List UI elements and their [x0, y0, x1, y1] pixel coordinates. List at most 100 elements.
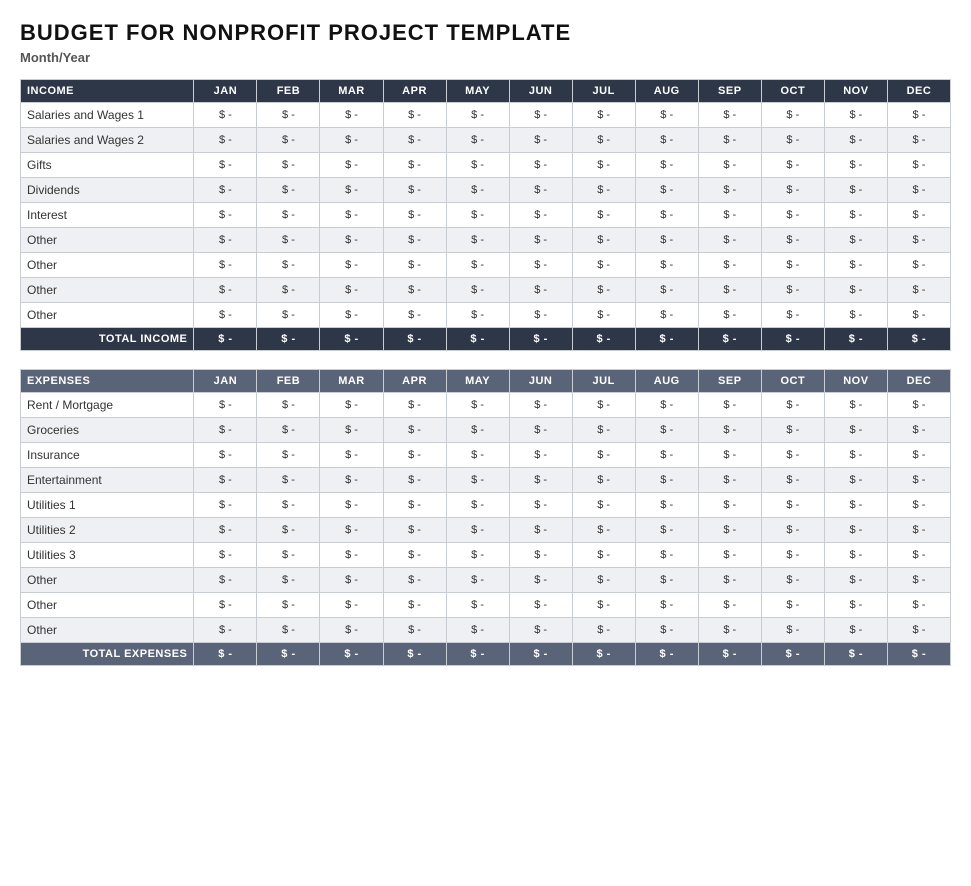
money-cell[interactable]: $ -: [194, 278, 257, 303]
money-cell[interactable]: $ -: [257, 303, 320, 328]
money-cell[interactable]: $ -: [698, 543, 761, 568]
money-cell[interactable]: $ -: [509, 443, 572, 468]
money-cell[interactable]: $ -: [698, 393, 761, 418]
money-cell[interactable]: $ -: [383, 418, 446, 443]
money-cell[interactable]: $ -: [887, 393, 950, 418]
money-cell[interactable]: $ -: [635, 253, 698, 278]
money-cell[interactable]: $ -: [257, 593, 320, 618]
money-cell[interactable]: $ -: [887, 228, 950, 253]
money-cell[interactable]: $ -: [635, 468, 698, 493]
money-cell[interactable]: $ -: [509, 153, 572, 178]
money-cell[interactable]: $ -: [572, 278, 635, 303]
money-cell[interactable]: $ -: [383, 493, 446, 518]
money-cell[interactable]: $ -: [572, 203, 635, 228]
money-cell[interactable]: $ -: [698, 593, 761, 618]
money-cell[interactable]: $ -: [446, 418, 509, 443]
money-cell[interactable]: $ -: [257, 178, 320, 203]
money-cell[interactable]: $ -: [320, 178, 383, 203]
money-cell[interactable]: $ -: [257, 153, 320, 178]
money-cell[interactable]: $ -: [509, 278, 572, 303]
money-cell[interactable]: $ -: [194, 178, 257, 203]
money-cell[interactable]: $ -: [257, 393, 320, 418]
money-cell[interactable]: $ -: [698, 443, 761, 468]
money-cell[interactable]: $ -: [320, 543, 383, 568]
money-cell[interactable]: $ -: [698, 228, 761, 253]
money-cell[interactable]: $ -: [257, 203, 320, 228]
money-cell[interactable]: $ -: [635, 203, 698, 228]
money-cell[interactable]: $ -: [383, 468, 446, 493]
money-cell[interactable]: $ -: [509, 518, 572, 543]
money-cell[interactable]: $ -: [824, 443, 887, 468]
money-cell[interactable]: $ -: [761, 278, 824, 303]
money-cell[interactable]: $ -: [698, 153, 761, 178]
money-cell[interactable]: $ -: [320, 253, 383, 278]
money-cell[interactable]: $ -: [446, 443, 509, 468]
money-cell[interactable]: $ -: [635, 568, 698, 593]
money-cell[interactable]: $ -: [887, 443, 950, 468]
money-cell[interactable]: $ -: [257, 443, 320, 468]
money-cell[interactable]: $ -: [509, 228, 572, 253]
money-cell[interactable]: $ -: [383, 253, 446, 278]
money-cell[interactable]: $ -: [194, 203, 257, 228]
money-cell[interactable]: $ -: [635, 278, 698, 303]
money-cell[interactable]: $ -: [698, 568, 761, 593]
money-cell[interactable]: $ -: [887, 153, 950, 178]
money-cell[interactable]: $ -: [320, 593, 383, 618]
money-cell[interactable]: $ -: [320, 618, 383, 643]
money-cell[interactable]: $ -: [194, 543, 257, 568]
money-cell[interactable]: $ -: [509, 468, 572, 493]
money-cell[interactable]: $ -: [509, 418, 572, 443]
money-cell[interactable]: $ -: [383, 443, 446, 468]
money-cell[interactable]: $ -: [572, 153, 635, 178]
money-cell[interactable]: $ -: [572, 253, 635, 278]
money-cell[interactable]: $ -: [320, 303, 383, 328]
money-cell[interactable]: $ -: [824, 103, 887, 128]
money-cell[interactable]: $ -: [383, 128, 446, 153]
money-cell[interactable]: $ -: [320, 103, 383, 128]
money-cell[interactable]: $ -: [257, 518, 320, 543]
money-cell[interactable]: $ -: [446, 543, 509, 568]
money-cell[interactable]: $ -: [824, 493, 887, 518]
money-cell[interactable]: $ -: [320, 518, 383, 543]
money-cell[interactable]: $ -: [320, 278, 383, 303]
money-cell[interactable]: $ -: [446, 278, 509, 303]
money-cell[interactable]: $ -: [446, 518, 509, 543]
money-cell[interactable]: $ -: [887, 178, 950, 203]
money-cell[interactable]: $ -: [698, 418, 761, 443]
money-cell[interactable]: $ -: [446, 103, 509, 128]
money-cell[interactable]: $ -: [194, 468, 257, 493]
money-cell[interactable]: $ -: [194, 153, 257, 178]
money-cell[interactable]: $ -: [635, 618, 698, 643]
money-cell[interactable]: $ -: [194, 253, 257, 278]
money-cell[interactable]: $ -: [446, 178, 509, 203]
money-cell[interactable]: $ -: [572, 228, 635, 253]
money-cell[interactable]: $ -: [383, 103, 446, 128]
money-cell[interactable]: $ -: [320, 568, 383, 593]
money-cell[interactable]: $ -: [887, 493, 950, 518]
money-cell[interactable]: $ -: [194, 418, 257, 443]
money-cell[interactable]: $ -: [761, 253, 824, 278]
money-cell[interactable]: $ -: [887, 593, 950, 618]
money-cell[interactable]: $ -: [635, 543, 698, 568]
money-cell[interactable]: $ -: [887, 253, 950, 278]
money-cell[interactable]: $ -: [194, 443, 257, 468]
money-cell[interactable]: $ -: [509, 493, 572, 518]
money-cell[interactable]: $ -: [761, 393, 824, 418]
money-cell[interactable]: $ -: [257, 493, 320, 518]
money-cell[interactable]: $ -: [194, 518, 257, 543]
money-cell[interactable]: $ -: [446, 593, 509, 618]
money-cell[interactable]: $ -: [194, 493, 257, 518]
money-cell[interactable]: $ -: [761, 593, 824, 618]
money-cell[interactable]: $ -: [572, 418, 635, 443]
money-cell[interactable]: $ -: [698, 253, 761, 278]
money-cell[interactable]: $ -: [572, 443, 635, 468]
money-cell[interactable]: $ -: [194, 568, 257, 593]
money-cell[interactable]: $ -: [509, 103, 572, 128]
money-cell[interactable]: $ -: [824, 228, 887, 253]
money-cell[interactable]: $ -: [887, 618, 950, 643]
money-cell[interactable]: $ -: [383, 153, 446, 178]
money-cell[interactable]: $ -: [635, 128, 698, 153]
money-cell[interactable]: $ -: [509, 618, 572, 643]
money-cell[interactable]: $ -: [194, 128, 257, 153]
money-cell[interactable]: $ -: [824, 618, 887, 643]
